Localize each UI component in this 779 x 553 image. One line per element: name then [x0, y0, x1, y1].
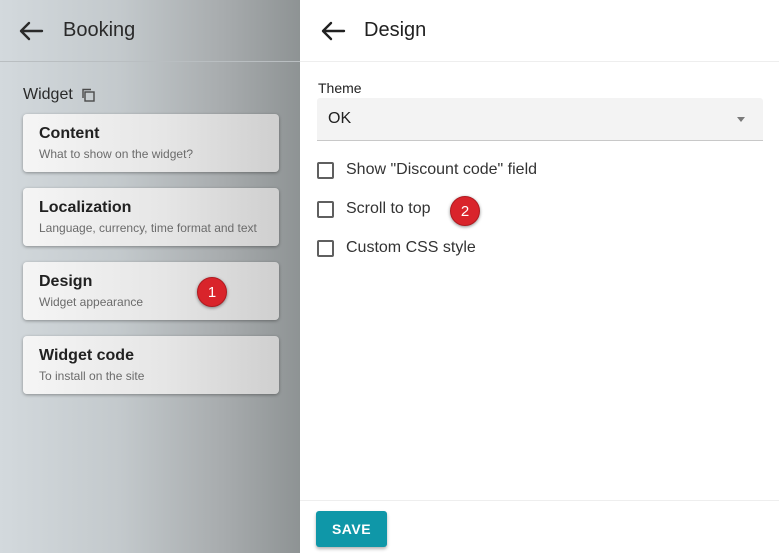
- widget-section-header: Widget: [23, 86, 95, 104]
- theme-select[interactable]: OK: [317, 98, 763, 141]
- widget-section-label: Widget: [23, 86, 73, 103]
- discount-code-checkbox[interactable]: [317, 161, 334, 179]
- dropdown-caret-icon: [737, 117, 745, 122]
- annotation-badge-2: 2: [450, 196, 480, 226]
- copy-icon[interactable]: [81, 88, 95, 102]
- theme-label: Theme: [318, 80, 362, 96]
- page-title: Design: [364, 19, 427, 41]
- menu-item-subtitle: To install on the site: [39, 369, 145, 383]
- option-custom-css[interactable]: Custom CSS style: [317, 239, 476, 257]
- right-header: Design: [300, 0, 779, 62]
- save-button[interactable]: SAVE: [316, 511, 387, 547]
- checkbox-label: Custom CSS style: [346, 239, 476, 256]
- menu-item-subtitle: Widget appearance: [39, 295, 144, 309]
- menu-item-widget-code[interactable]: Widget code To install on the site: [23, 336, 279, 394]
- menu-item-title: Content: [39, 125, 100, 142]
- left-panel: Booking Widget Content What to show on t…: [0, 0, 300, 553]
- left-header: Booking: [0, 0, 300, 62]
- left-panel-title: Booking: [63, 19, 136, 41]
- back-arrow-icon[interactable]: [320, 21, 346, 41]
- footer-bar: SAVE: [300, 500, 779, 553]
- option-scroll-to-top[interactable]: Scroll to top: [317, 200, 430, 218]
- custom-css-checkbox[interactable]: [317, 239, 334, 257]
- checkbox-label: Scroll to top: [346, 200, 431, 217]
- menu-item-subtitle: What to show on the widget?: [39, 147, 194, 161]
- right-panel: Design Theme OK Show "Discount code" fie…: [300, 0, 779, 553]
- menu-item-subtitle: Language, currency, time format and text: [39, 221, 257, 235]
- menu-item-title: Localization: [39, 199, 132, 216]
- menu-item-title: Design: [39, 273, 93, 290]
- scroll-to-top-checkbox[interactable]: [317, 200, 334, 218]
- back-arrow-icon[interactable]: [18, 21, 44, 41]
- menu-item-content[interactable]: Content What to show on the widget?: [23, 114, 279, 172]
- theme-select-value: OK: [328, 110, 352, 127]
- checkbox-label: Show "Discount code" field: [346, 161, 538, 178]
- option-discount-code[interactable]: Show "Discount code" field: [317, 161, 537, 179]
- menu-item-title: Widget code: [39, 347, 134, 364]
- menu-item-design[interactable]: Design Widget appearance: [23, 262, 279, 320]
- annotation-badge-1: 1: [197, 277, 227, 307]
- menu-item-localization[interactable]: Localization Language, currency, time fo…: [23, 188, 279, 246]
